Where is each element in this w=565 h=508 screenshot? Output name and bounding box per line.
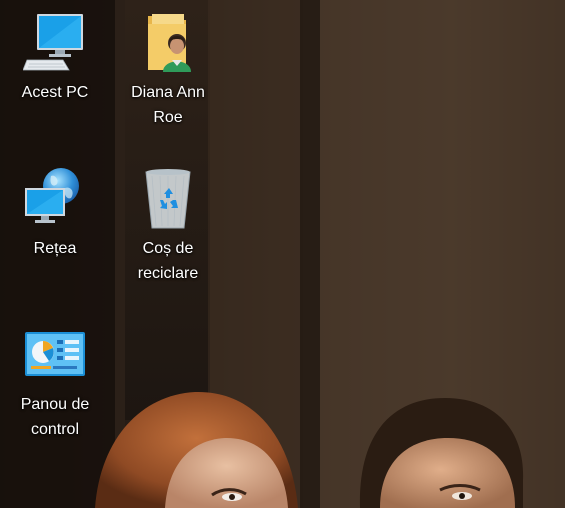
control-panel-icon: [23, 322, 87, 386]
computer-icon: [23, 10, 87, 74]
desktop-icon-this-pc[interactable]: Acest PC: [7, 10, 103, 105]
desktop-icon-label: Acest PC: [21, 84, 89, 101]
desktop-icon-label: Rețea: [33, 240, 77, 257]
user-folder-icon: [136, 10, 200, 74]
desktop-icon-label: Coș de reciclare: [137, 240, 199, 282]
desktop-icon-network[interactable]: Rețea: [7, 166, 103, 261]
desktop-icon-control-panel[interactable]: Panou de control: [7, 322, 103, 442]
network-icon: [23, 166, 87, 230]
desktop[interactable]: Acest PC Diana Ann Roe Rețea Coș de reci…: [0, 0, 565, 508]
desktop-icon-label: Diana Ann Roe: [131, 84, 205, 126]
desktop-icon-recycle-bin[interactable]: Coș de reciclare: [120, 166, 216, 286]
desktop-icon-user-folder[interactable]: Diana Ann Roe: [120, 10, 216, 130]
desktop-icon-label: Panou de control: [20, 396, 90, 438]
recycle-bin-icon: [136, 166, 200, 230]
